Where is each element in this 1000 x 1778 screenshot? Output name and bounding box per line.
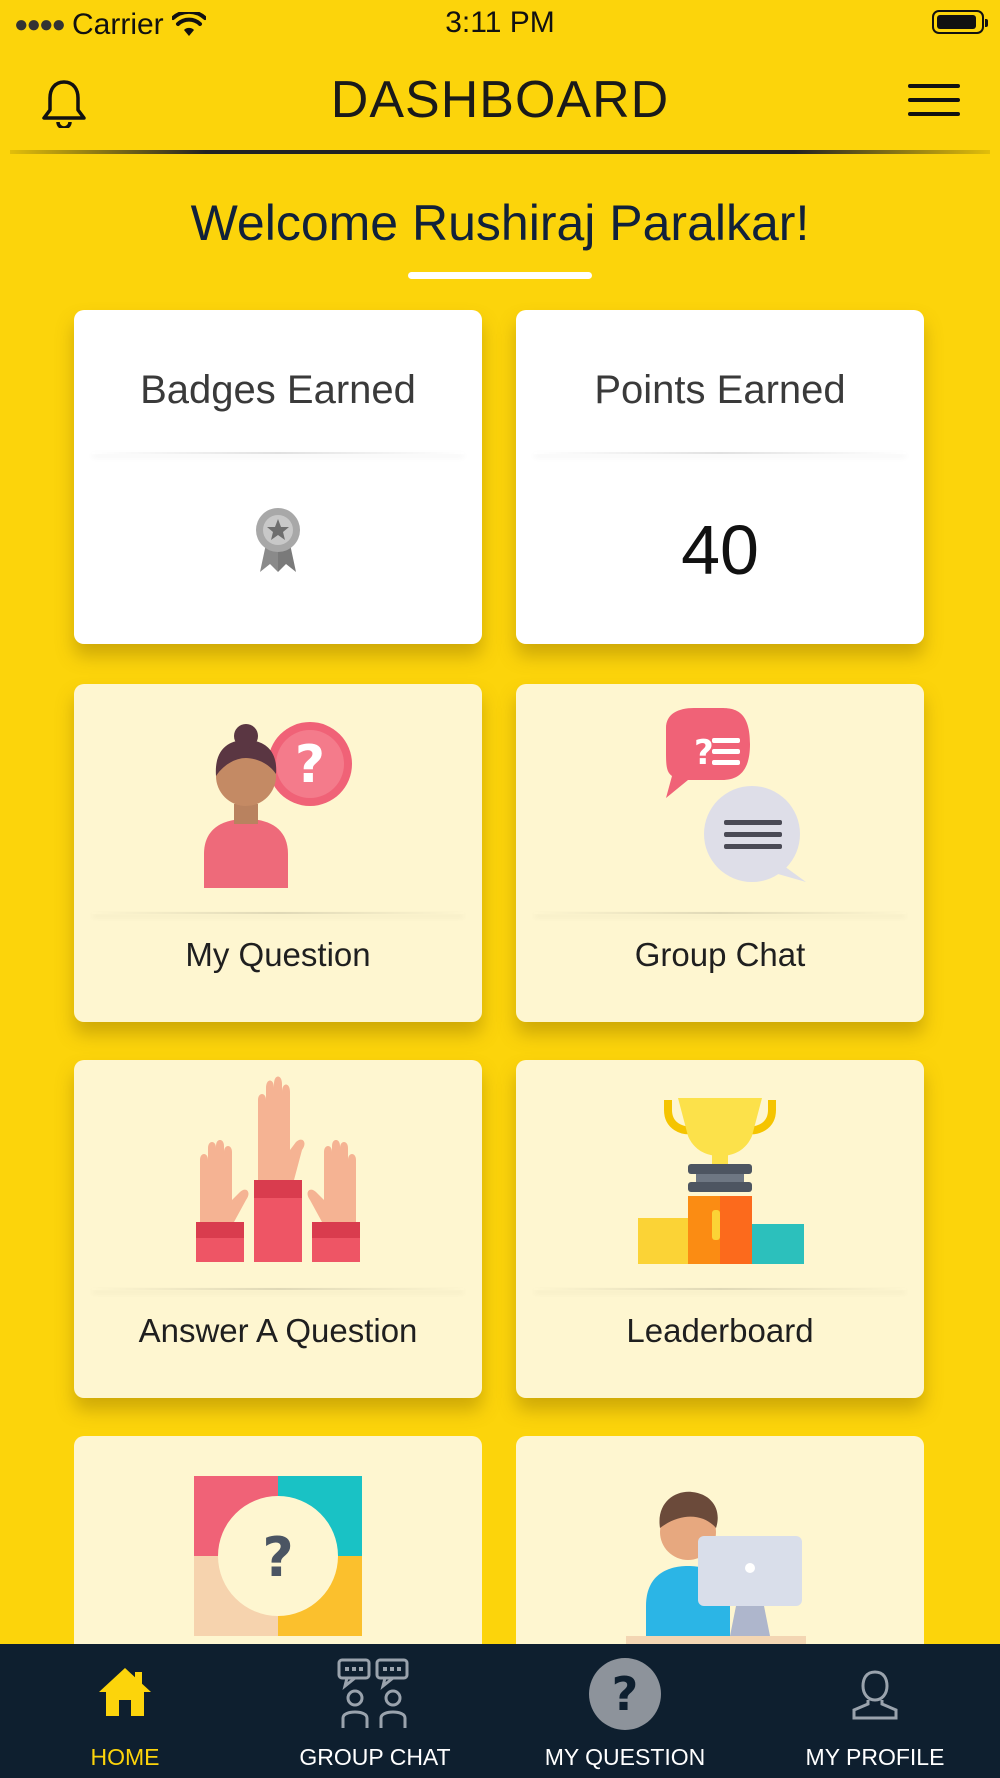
divider <box>534 1288 906 1290</box>
user-icon <box>852 1670 898 1720</box>
nav-group-chat-label: GROUP CHAT <box>299 1744 451 1770</box>
group-chat-icon <box>337 1658 409 1728</box>
nav-home[interactable]: HOME <box>0 1644 250 1778</box>
nav-home-label: HOME <box>90 1744 160 1770</box>
trophy-podium-icon <box>638 1098 804 1264</box>
nav-my-question[interactable]: ? MY QUESTION <box>500 1644 750 1778</box>
raised-hands-icon <box>196 1076 360 1262</box>
question-circle-icon: ? <box>589 1658 661 1730</box>
page-title: DASHBOARD <box>330 71 670 129</box>
nav-group-chat[interactable]: GROUP CHAT <box>250 1644 500 1778</box>
app-header: DASHBOARD <box>0 48 1000 152</box>
nav-my-profile[interactable]: MY PROFILE <box>750 1644 1000 1778</box>
welcome-underline <box>408 272 592 279</box>
badge-medal-icon <box>256 508 300 572</box>
svg-text:?: ? <box>295 735 325 795</box>
answer-question-label: Answer A Question <box>138 1312 418 1349</box>
welcome-message: Welcome Rushiraj Paralkar! <box>190 195 810 251</box>
points-earned-card[interactable]: Points Earned 40 <box>516 310 924 644</box>
svg-text:?: ? <box>262 1526 293 1589</box>
header-divider <box>10 150 990 154</box>
group-chat-label: Group Chat <box>634 936 806 973</box>
person-computer-icon <box>626 1491 806 1648</box>
leaderboard-label: Leaderboard <box>626 1312 814 1349</box>
home-icon <box>99 1668 151 1716</box>
battery-icon <box>932 10 988 34</box>
hamburger-menu-icon[interactable] <box>908 84 960 118</box>
my-question-tile[interactable]: ? My Question <box>74 684 482 1022</box>
answer-question-tile[interactable]: Answer A Question <box>74 1060 482 1398</box>
divider <box>92 452 464 454</box>
chat-bubbles-icon: ? <box>666 708 806 882</box>
leaderboard-tile[interactable]: Leaderboard <box>516 1060 924 1398</box>
badges-earned-title: Badges Earned <box>140 368 416 412</box>
status-bar: ●●●● Carrier 3:11 PM <box>0 0 1000 48</box>
divider <box>534 912 906 914</box>
my-question-label: My Question <box>185 936 371 973</box>
person-question-icon: ? <box>204 722 352 888</box>
question-cycle-icon: ? <box>194 1476 362 1636</box>
nav-my-profile-label: MY PROFILE <box>805 1744 945 1770</box>
nav-my-question-label: MY QUESTION <box>544 1744 706 1770</box>
badges-earned-card[interactable]: Badges Earned <box>74 310 482 644</box>
divider <box>92 912 464 914</box>
divider <box>534 452 906 454</box>
clock: 3:11 PM <box>445 6 555 39</box>
svg-text:?: ? <box>694 733 714 773</box>
points-value: 40 <box>681 511 759 589</box>
bottom-nav: HOME GROUP CHAT ? MY QUESTION MY PROFILE <box>0 1644 1000 1778</box>
divider <box>92 1288 464 1290</box>
group-chat-tile[interactable]: ? Group Chat <box>516 684 924 1022</box>
points-earned-title: Points Earned <box>594 368 846 412</box>
svg-text:?: ? <box>612 1667 639 1721</box>
